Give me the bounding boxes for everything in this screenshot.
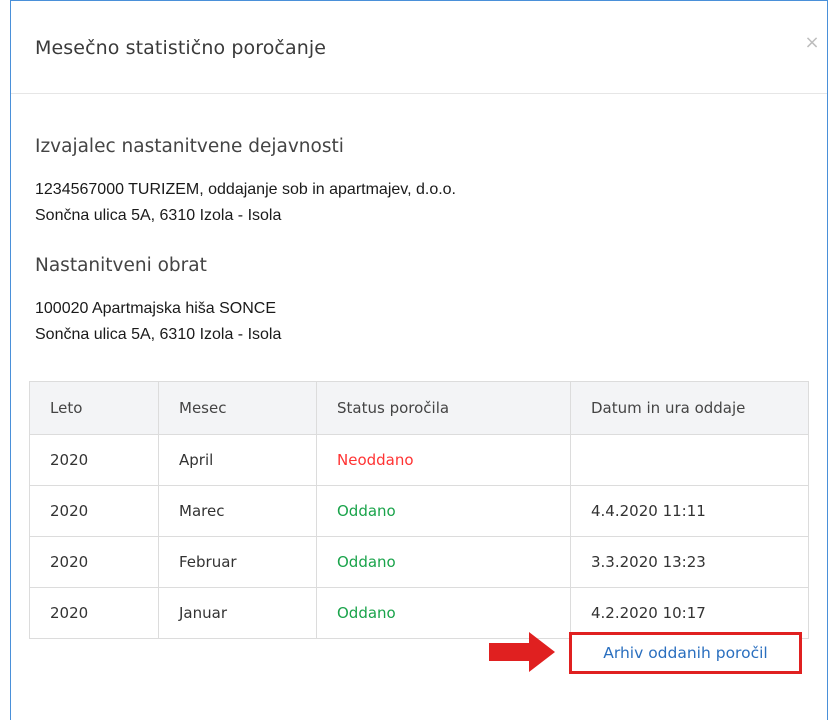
provider-name: 1234567000 TURIZEM, oddajanje sob in apa… xyxy=(35,181,456,198)
cell-submitted-at: 3.3.2020 13:23 xyxy=(570,536,809,588)
report-table: Leto Mesec Status poročila Datum in ura … xyxy=(29,381,809,639)
column-header-year: Leto xyxy=(29,381,159,435)
table-row: 2020 Januar Oddano 4.2.2020 10:17 xyxy=(29,587,809,639)
status-badge: Oddano xyxy=(316,485,571,537)
column-header-status: Status poročila xyxy=(316,381,571,435)
column-header-submitted-at: Datum in ura oddaje xyxy=(570,381,809,435)
establishment-name: 100020 Apartmajska hiša SONCE xyxy=(35,300,277,317)
status-badge: Oddano xyxy=(316,587,571,639)
table-row: 2020 Februar Oddano 3.3.2020 13:23 xyxy=(29,536,809,588)
modal-title: Mesečno statistično poročanje xyxy=(35,37,327,59)
provider-address: Sončna ulica 5A, 6310 Izola - Isola xyxy=(35,207,282,224)
cell-year: 2020 xyxy=(29,434,159,486)
table-row: 2020 April Neoddano xyxy=(29,434,809,486)
modal-header: Mesečno statistično poročanje × xyxy=(11,1,827,94)
provider-heading: Izvajalec nastanitvene dejavnosti xyxy=(35,136,344,157)
archive-submitted-reports-link[interactable]: Arhiv oddanih poročil xyxy=(569,632,802,674)
cell-month: Marec xyxy=(158,485,317,537)
column-header-month: Mesec xyxy=(158,381,317,435)
cell-year: 2020 xyxy=(29,536,159,588)
red-arrow-icon xyxy=(489,632,555,672)
status-badge: Neoddano xyxy=(316,434,571,486)
monthly-report-modal: Mesečno statistično poročanje × Izvajale… xyxy=(10,0,828,720)
status-badge: Oddano xyxy=(316,536,571,588)
cell-year: 2020 xyxy=(29,485,159,537)
table-header-row: Leto Mesec Status poročila Datum in ura … xyxy=(29,381,809,435)
cell-month: April xyxy=(158,434,317,486)
close-icon[interactable]: × xyxy=(803,34,821,52)
cell-year: 2020 xyxy=(29,587,159,639)
establishment-address: Sončna ulica 5A, 6310 Izola - Isola xyxy=(35,326,282,343)
cell-submitted-at xyxy=(570,434,809,486)
cell-submitted-at: 4.4.2020 11:11 xyxy=(570,485,809,537)
cell-month: Januar xyxy=(158,587,317,639)
cell-submitted-at: 4.2.2020 10:17 xyxy=(570,587,809,639)
table-row: 2020 Marec Oddano 4.4.2020 11:11 xyxy=(29,485,809,537)
establishment-heading: Nastanitveni obrat xyxy=(35,255,207,276)
cell-month: Februar xyxy=(158,536,317,588)
